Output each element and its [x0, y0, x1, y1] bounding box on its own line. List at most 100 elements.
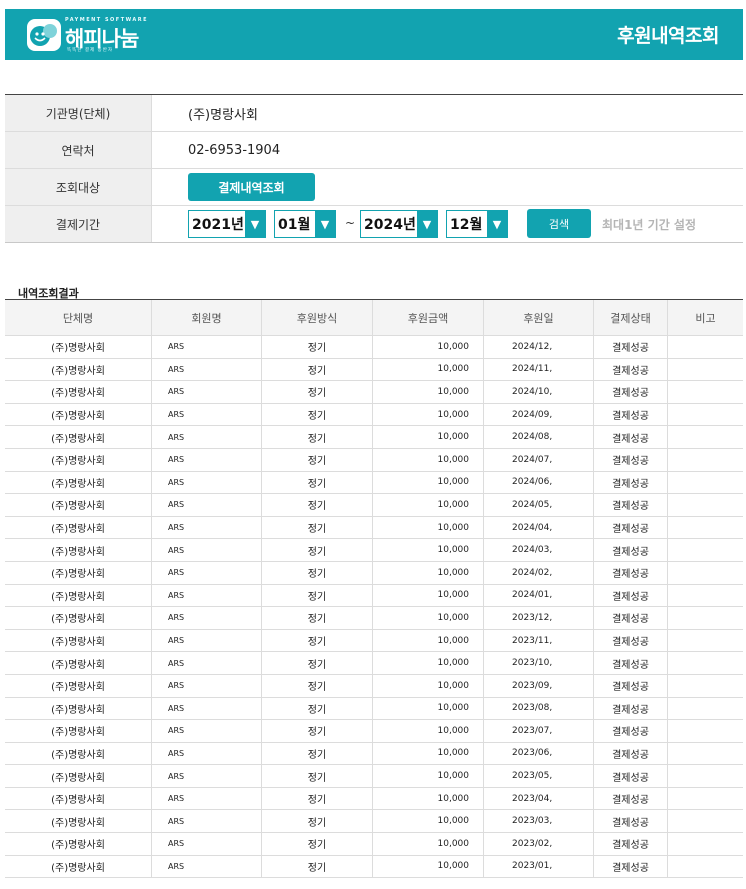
table-row: (주)명랑사회 ARS 정기 10,000 2024/09, 결제성공 [5, 403, 743, 427]
amount-cell-text: 10,000 [437, 861, 470, 872]
method-cell: 정기 [262, 720, 373, 742]
member-cell: ARS [152, 674, 262, 697]
member-cell: ARS [152, 448, 262, 471]
masked-name [190, 363, 255, 376]
member-cell: ARS [152, 607, 262, 629]
method-cell: 정기 [262, 833, 373, 855]
date-cell: 2023/06, [484, 742, 594, 765]
method-cell: 정기 [262, 426, 373, 448]
member-cell: ARS [152, 516, 262, 539]
method-cell-text: 정기 [307, 546, 327, 558]
date-cell: 2024/12, [484, 336, 594, 358]
masked-name [190, 453, 255, 466]
masked-name [190, 521, 255, 534]
column-header: 후원일 [484, 300, 594, 335]
search-button[interactable]: 검색 [527, 209, 591, 238]
date-cell: 2023/11, [484, 629, 594, 652]
date-cell-text: 2023/09, [512, 680, 553, 691]
table-row: (주)명랑사회 ARS 정기 10,000 2024/06, 결제성공 [5, 471, 743, 495]
member-cell: ARS [152, 742, 262, 765]
payment-history-button[interactable]: 결제내역조회 [188, 173, 315, 201]
date-cell-text: 2023/07, [512, 725, 553, 736]
date-cell-text: 2023/01, [512, 861, 553, 872]
date-cell: 2024/03, [484, 539, 594, 561]
method-cell: 정기 [262, 539, 373, 561]
amount-cell-text: 10,000 [437, 748, 470, 759]
chevron-down-icon: ▼ [315, 211, 335, 237]
table-row: (주)명랑사회 ARS 정기 10,000 2024/07, 결제성공 [5, 448, 743, 472]
note-cell [668, 675, 743, 697]
org-cell-text: (주)명랑사회 [51, 524, 105, 536]
start-year-select[interactable]: 2021년 ▼ [188, 210, 266, 238]
member-cell-text: ARS [168, 477, 185, 487]
method-cell-text: 정기 [307, 365, 327, 377]
date-cell: 2024/11, [484, 358, 594, 381]
table-row: (주)명랑사회 ARS 정기 10,000 2024/10, 결제성공 [5, 381, 743, 404]
amount-cell-text: 10,000 [437, 590, 470, 601]
masked-name [190, 634, 255, 647]
date-cell: 2024/08, [484, 426, 594, 448]
note-cell [668, 585, 743, 607]
member-cell-text: ARS [168, 342, 185, 352]
amount-cell: 10,000 [373, 358, 484, 381]
results-table: 단체명 회원명 후원방식 후원금액 후원일 결제상태 비고 (주)명랑사회 ARS… [5, 299, 743, 879]
end-year-select[interactable]: 2024년 ▼ [360, 210, 438, 238]
date-cell-text: 2023/04, [512, 793, 553, 804]
org-value: (주)명랑사회 [188, 107, 258, 123]
date-cell-text: 2023/11, [512, 635, 553, 646]
member-cell-text: ARS [168, 771, 185, 781]
contact-label: 연락처 [5, 132, 152, 168]
status-cell: 결제성공 [594, 584, 668, 607]
status-cell: 결제성공 [594, 607, 668, 629]
chevron-down-icon: ▼ [487, 211, 507, 237]
end-month-select[interactable]: 12월 ▼ [446, 210, 508, 238]
logo[interactable]: PAYMENT SOFTWARE 해피나눔 똑똑한 결제 동반자 [27, 17, 157, 53]
member-cell-text: ARS [168, 568, 185, 578]
status-cell: 결제성공 [594, 336, 668, 358]
status-cell-text: 결제성공 [612, 659, 649, 671]
method-cell-text: 정기 [307, 772, 327, 784]
org-cell-text: (주)명랑사회 [51, 862, 105, 874]
amount-cell-text: 10,000 [437, 341, 470, 352]
table-row: (주)명랑사회 ARS 정기 10,000 2023/10, 결제성공 [5, 652, 743, 675]
table-row: (주)명랑사회 ARS 정기 10,000 2023/04, 결제성공 [5, 787, 743, 811]
contact-row: 연락처 02-6953-1904 [5, 132, 743, 169]
method-cell: 정기 [262, 471, 373, 494]
table-row: (주)명랑사회 ARS 정기 10,000 2024/02, 결제성공 [5, 561, 743, 585]
member-cell-text: ARS [168, 523, 185, 533]
date-cell-text: 2023/05, [512, 771, 553, 782]
masked-name [190, 408, 255, 421]
amount-cell: 10,000 [373, 720, 484, 742]
table-row: (주)명랑사회 ARS 정기 10,000 2023/06, 결제성공 [5, 742, 743, 766]
member-cell-text: ARS [168, 681, 185, 691]
start-month-select[interactable]: 01월 ▼ [274, 210, 336, 238]
date-cell-text: 2023/06, [512, 748, 553, 759]
org-cell-text: (주)명랑사회 [51, 727, 105, 739]
date-cell: 2023/01, [484, 855, 594, 878]
method-cell-text: 정기 [307, 524, 327, 536]
amount-cell: 10,000 [373, 697, 484, 720]
amount-cell-text: 10,000 [437, 545, 470, 556]
method-cell: 정기 [262, 629, 373, 652]
method-cell-text: 정기 [307, 501, 327, 513]
org-cell-text: (주)명랑사회 [51, 659, 105, 671]
masked-name [190, 860, 255, 873]
table-row: (주)명랑사회 ARS 정기 10,000 2024/08, 결제성공 [5, 426, 743, 449]
page-title: 후원내역조회 [617, 25, 719, 47]
amount-cell-text: 10,000 [437, 680, 470, 691]
period-note: 최대1년 기간 설정 [602, 218, 696, 232]
note-cell [668, 381, 743, 403]
status-cell-text: 결제성공 [612, 817, 649, 829]
amount-cell-text: 10,000 [437, 409, 470, 420]
method-cell-text: 정기 [307, 478, 327, 490]
amount-cell: 10,000 [373, 584, 484, 607]
masked-name [190, 566, 255, 579]
org-cell: (주)명랑사회 [5, 426, 152, 448]
amount-cell-text: 10,000 [437, 658, 470, 669]
date-cell-text: 2023/03, [512, 816, 553, 827]
table-row: (주)명랑사회 ARS 정기 10,000 2023/11, 결제성공 [5, 629, 743, 653]
chevron-down-icon: ▼ [417, 211, 437, 237]
note-cell [668, 743, 743, 765]
note-cell [668, 810, 743, 832]
status-cell: 결제성공 [594, 652, 668, 674]
